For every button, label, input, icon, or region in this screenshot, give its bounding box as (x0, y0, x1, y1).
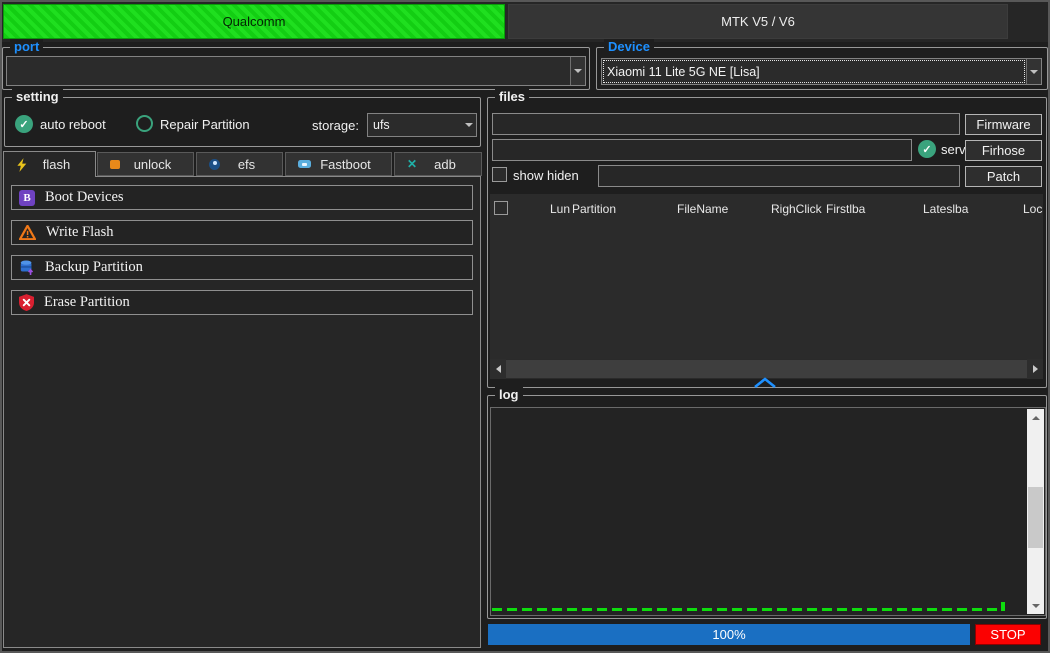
lightning-icon (16, 158, 27, 172)
progress-bar: 100% (488, 624, 970, 645)
backup-partition-label: Backup Partition (45, 259, 143, 276)
port-group-label: port (10, 39, 43, 54)
setting-group-label: setting (12, 89, 63, 104)
select-all-checkbox[interactable] (494, 201, 508, 215)
show-hidden-label[interactable]: show hiden (513, 168, 579, 183)
log-progress-dashes (492, 608, 1004, 611)
erase-partition-button[interactable]: Erase Partition (11, 290, 473, 315)
tab-adb[interactable]: ✕ adb (394, 152, 482, 176)
col-header-partition[interactable]: Partition (572, 202, 616, 216)
tab-unlock[interactable]: unlock (97, 152, 194, 176)
log-group-label: log (495, 387, 523, 402)
backup-partition-button[interactable]: Backup Partition (11, 255, 473, 280)
flash-tab-panel: B Boot Devices Write Flash (3, 176, 481, 648)
files-group-label: files (495, 89, 529, 104)
show-hidden-checkbox[interactable] (492, 167, 507, 182)
log-output[interactable] (490, 407, 1046, 616)
usb-icon (298, 160, 311, 168)
storage-label: storage: (312, 118, 359, 133)
tab-qualcomm-label: Qualcomm (223, 14, 286, 29)
col-header-filename[interactable]: FileName (677, 202, 728, 216)
port-combobox[interactable] (6, 56, 586, 86)
progress-value: 100% (712, 627, 745, 642)
log-progress-tick (1001, 602, 1005, 611)
setting-group: setting ✓ auto reboot Repair Partition s… (4, 97, 481, 147)
warning-triangle-icon (19, 225, 36, 240)
boot-b-icon: B (19, 190, 35, 206)
scroll-left-icon[interactable] (490, 359, 506, 379)
col-header-firstlba[interactable]: Firstlba (826, 202, 865, 216)
firhose-button-label: Firhose (982, 143, 1025, 158)
efs-ball-icon (209, 159, 220, 170)
server-check-icon[interactable]: ✓ (918, 140, 936, 158)
device-combobox[interactable]: Xiaomi 11 Lite 5G NE [Lisa] (601, 58, 1042, 85)
log-group: log (487, 395, 1047, 619)
tab-efs[interactable]: efs (196, 152, 283, 176)
shield-x-icon (19, 294, 34, 311)
chevron-down-icon[interactable] (461, 114, 476, 136)
firmware-path-input[interactable] (492, 113, 960, 135)
firmware-button-label: Firmware (976, 117, 1030, 132)
device-combobox-value: Xiaomi 11 Lite 5G NE [Lisa] (602, 59, 1026, 84)
files-group: files Firmware ✓ server Firhose show hid… (487, 97, 1047, 388)
lock-icon (110, 160, 120, 169)
tab-mtk-label: MTK V5 / V6 (721, 14, 795, 29)
patch-button-label: Patch (987, 169, 1020, 184)
log-text (495, 411, 1023, 601)
erase-partition-label: Erase Partition (44, 294, 130, 311)
tab-flash[interactable]: flash (3, 151, 96, 177)
device-group-label: Device (604, 39, 654, 54)
firmware-button[interactable]: Firmware (965, 114, 1042, 135)
repair-partition-label[interactable]: Repair Partition (160, 117, 250, 132)
auto-reboot-check-icon[interactable]: ✓ (15, 115, 33, 133)
partition-table[interactable]: Lun Partition FileName RighClick Firstlb… (490, 194, 1043, 359)
write-flash-button[interactable]: Write Flash (11, 220, 473, 245)
scroll-up-icon[interactable] (1027, 409, 1044, 426)
tab-qualcomm[interactable]: Qualcomm (3, 4, 505, 39)
firhose-path-input[interactable] (492, 139, 912, 161)
flash-tool-window: Qualcomm MTK V5 / V6 port Device Xiaomi … (0, 0, 1050, 653)
boot-devices-label: Boot Devices (45, 189, 124, 206)
storage-combobox[interactable]: ufs (367, 113, 477, 137)
port-group: port (2, 47, 590, 90)
device-group: Device Xiaomi 11 Lite 5G NE [Lisa] (596, 47, 1048, 90)
scrollbar-thumb[interactable] (1028, 487, 1043, 549)
storage-combobox-value: ufs (368, 114, 461, 136)
database-backup-icon (19, 259, 35, 276)
firhose-button[interactable]: Firhose (965, 140, 1042, 161)
scroll-down-icon[interactable] (1027, 597, 1044, 614)
port-combobox-value (7, 57, 570, 85)
adb-cross-icon: ✕ (407, 158, 417, 170)
patch-path-input[interactable] (598, 165, 960, 187)
stop-button-label: STOP (990, 627, 1025, 642)
write-flash-label: Write Flash (46, 224, 113, 241)
auto-reboot-label[interactable]: auto reboot (40, 117, 106, 132)
patch-button[interactable]: Patch (965, 166, 1042, 187)
col-header-lateslba[interactable]: Lateslba (923, 202, 968, 216)
col-header-righclick[interactable]: RighClick (771, 202, 822, 216)
boot-devices-button[interactable]: B Boot Devices (11, 185, 473, 210)
collapse-up-icon[interactable] (752, 376, 778, 390)
scroll-right-icon[interactable] (1027, 359, 1043, 379)
log-vertical-scrollbar[interactable] (1027, 409, 1044, 614)
chevron-down-icon[interactable] (1026, 59, 1041, 84)
col-header-loca[interactable]: Loca (1023, 202, 1043, 216)
chevron-down-icon[interactable] (570, 57, 585, 85)
repair-partition-radio[interactable] (136, 115, 153, 132)
col-header-lun[interactable]: Lun (550, 202, 570, 216)
tab-fastboot[interactable]: Fastboot (285, 152, 392, 176)
stop-button[interactable]: STOP (975, 624, 1041, 645)
tab-mtk[interactable]: MTK V5 / V6 (508, 4, 1008, 39)
